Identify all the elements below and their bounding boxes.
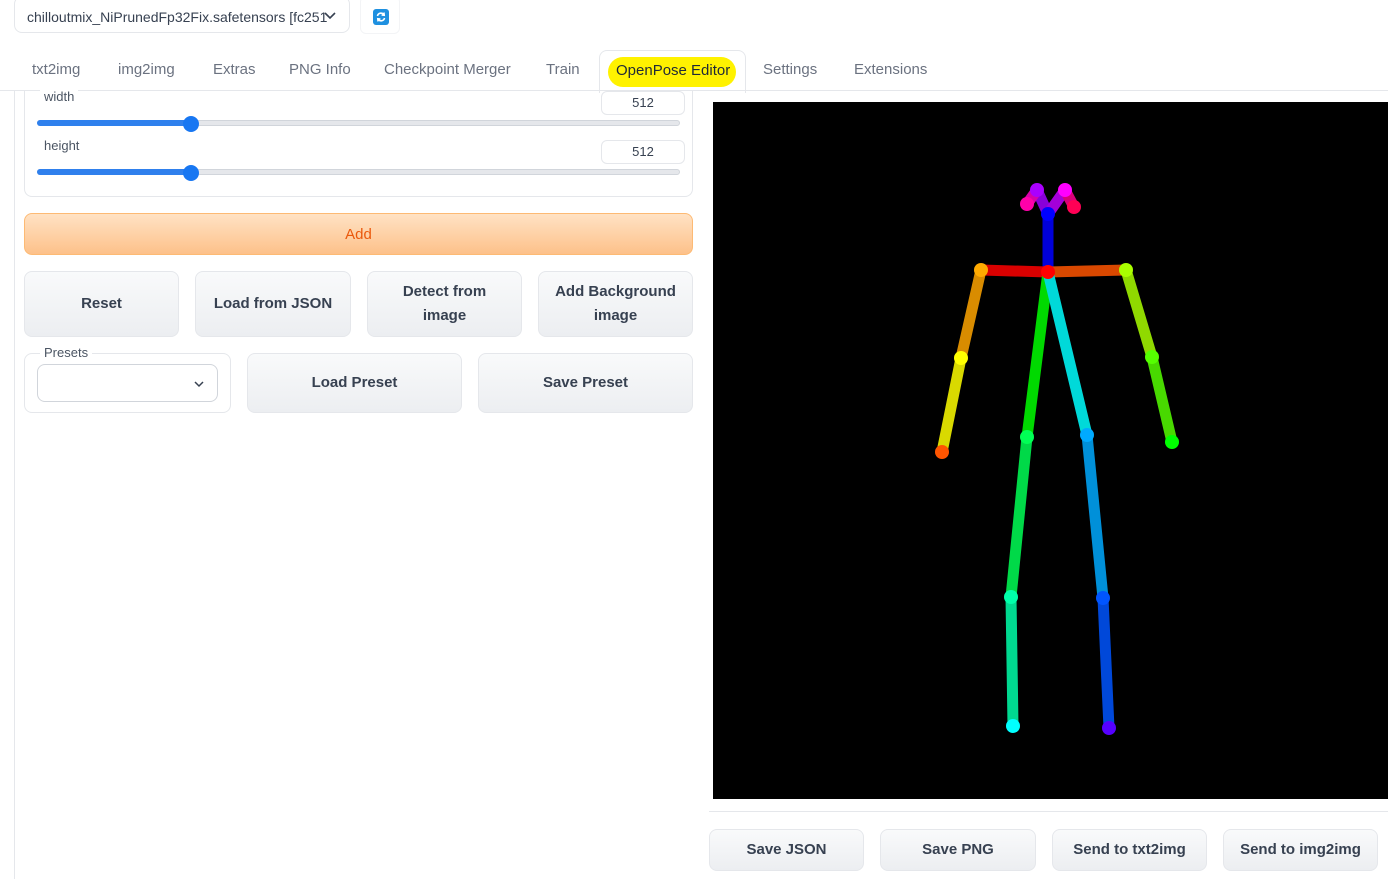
tab-openpose-editor-label: OpenPose Editor: [616, 62, 731, 79]
refresh-icon: [373, 9, 389, 25]
add-bg-label-line1: Add Background: [555, 283, 676, 300]
tab-extensions[interactable]: Extensions: [854, 50, 927, 90]
height-number-input[interactable]: 512: [601, 140, 685, 164]
send-to-img2img-label: Send to img2img: [1240, 841, 1361, 858]
chevron-down-icon: [194, 381, 204, 388]
tab-train[interactable]: Train: [546, 50, 580, 90]
canvas-divider: [709, 811, 1388, 812]
refresh-models-button[interactable]: [360, 0, 400, 34]
tab-img2img[interactable]: img2img: [118, 50, 175, 90]
model-dropdown[interactable]: chilloutmix_NiPrunedFp32Fix.safetensors …: [14, 0, 350, 33]
detect-label-line2: image: [422, 307, 467, 324]
load-preset-button[interactable]: Load Preset: [247, 353, 462, 413]
width-slider-handle[interactable]: [183, 116, 199, 132]
load-from-json-button[interactable]: Load from JSON: [195, 271, 351, 337]
width-label: width: [40, 89, 79, 104]
save-preset-label: Save Preset: [542, 374, 629, 391]
tab-openpose-editor[interactable]: OpenPose Editor: [599, 50, 746, 93]
tab-extras[interactable]: Extras: [213, 50, 256, 90]
pose-skeleton[interactable]: [713, 102, 1388, 799]
height-slider-handle[interactable]: [183, 165, 199, 181]
height-label: height: [40, 138, 84, 153]
presets-dropdown[interactable]: [37, 364, 218, 402]
model-dropdown-value: chilloutmix_NiPrunedFp32Fix.safetensors …: [27, 9, 328, 25]
save-preset-button[interactable]: Save Preset: [478, 353, 693, 413]
save-json-label: Save JSON: [746, 841, 827, 858]
send-to-txt2img-button[interactable]: Send to txt2img: [1052, 829, 1207, 871]
add-bg-label-line2: image: [593, 307, 638, 324]
add-button[interactable]: Add: [24, 213, 693, 255]
save-json-button[interactable]: Save JSON: [709, 829, 864, 871]
openpose-canvas[interactable]: [713, 102, 1388, 799]
tab-bar: txt2img img2img Extras PNG Info Checkpoi…: [0, 50, 1388, 93]
send-to-img2img-button[interactable]: Send to img2img: [1223, 829, 1378, 871]
save-png-label: Save PNG: [922, 841, 994, 858]
presets-label: Presets: [40, 345, 93, 360]
send-to-txt2img-label: Send to txt2img: [1073, 841, 1186, 858]
detect-from-image-button[interactable]: Detect from image: [367, 271, 522, 337]
tab-png-info[interactable]: PNG Info: [289, 50, 351, 90]
load-preset-label: Load Preset: [311, 374, 398, 391]
height-slider[interactable]: [37, 164, 680, 182]
tab-settings[interactable]: Settings: [763, 50, 817, 90]
width-number-input[interactable]: 512: [601, 91, 685, 115]
reset-button[interactable]: Reset: [24, 271, 179, 337]
add-background-image-button[interactable]: Add Background image: [538, 271, 693, 337]
panel-border: [14, 90, 15, 879]
width-slider[interactable]: [37, 115, 680, 133]
load-from-json-label: Load from JSON: [213, 295, 333, 312]
height-slider-fill: [37, 169, 191, 175]
width-slider-fill: [37, 120, 191, 126]
tab-checkpoint-merger[interactable]: Checkpoint Merger: [384, 50, 511, 90]
tab-txt2img[interactable]: txt2img: [32, 50, 80, 90]
chevron-down-icon: [324, 12, 336, 20]
detect-label-line1: Detect from: [402, 283, 487, 300]
reset-button-label: Reset: [81, 295, 122, 312]
save-png-button[interactable]: Save PNG: [880, 829, 1036, 871]
